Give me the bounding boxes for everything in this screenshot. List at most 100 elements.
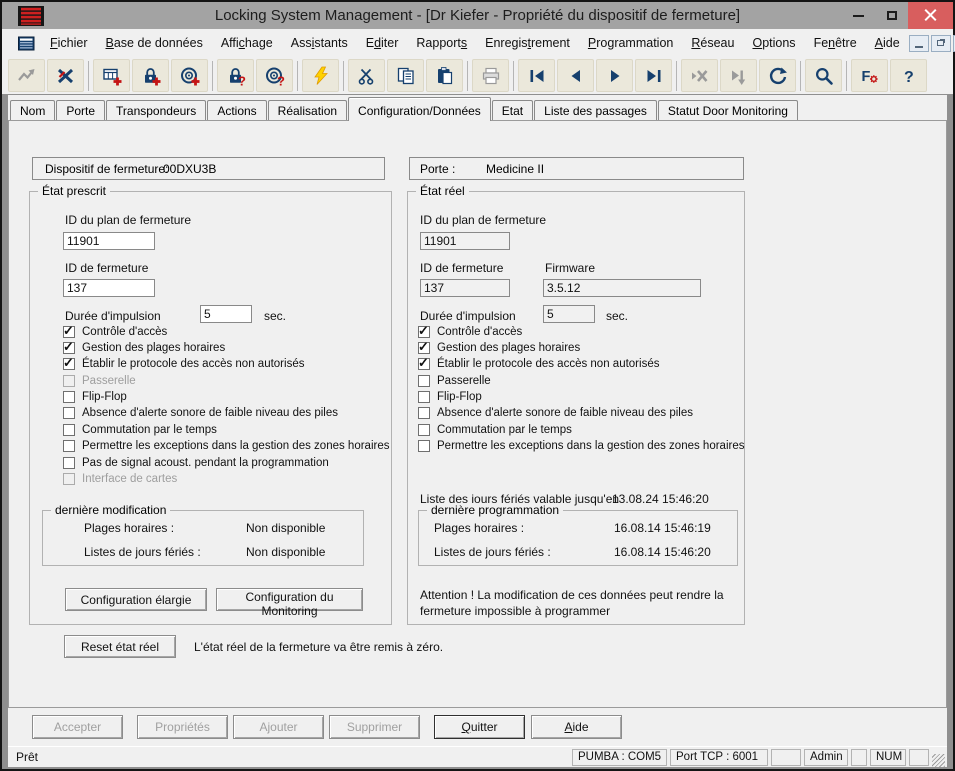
menu-base-de-donnees[interactable]: Base de données [97, 32, 212, 54]
target-checkbox-etablir-le-protocole-des-acces-non-autorises[interactable] [63, 358, 75, 370]
target-checkbox-controle-d-acces[interactable] [63, 326, 75, 338]
menu-programmation[interactable]: Programmation [579, 32, 682, 54]
tab-actions[interactable]: Actions [207, 100, 266, 121]
mdi-restore-icon [937, 40, 944, 46]
door-label: Porte : [420, 162, 455, 176]
target-checkbox-interface-de-cartes [63, 473, 75, 485]
actual-row-absence-d-alerte-sonore-de-faible-niveau-des-piles: Absence d'alerte sonore de faible niveau… [418, 407, 744, 420]
svg-text:?: ? [277, 73, 285, 86]
warning-text: Attention ! La modification de ces donné… [420, 588, 740, 619]
menu-fichier[interactable]: Fichier [41, 32, 97, 54]
tab-statut-door-monitoring[interactable]: Statut Door Monitoring [658, 100, 798, 121]
status-segment-empty-4 [851, 749, 867, 766]
menu-aide[interactable]: Aide [866, 32, 909, 54]
mdi-restore-button[interactable] [931, 35, 951, 52]
tab-porte[interactable]: Porte [56, 100, 105, 121]
previous-record-button[interactable] [557, 59, 594, 92]
toolbar-separator [846, 61, 847, 91]
target-checkbox-gestion-des-plages-horaires[interactable] [63, 342, 75, 354]
target-label-commutation-par-le-temps: Commutation par le temps [82, 424, 217, 436]
new-transponder-button[interactable] [171, 59, 208, 92]
actual-checkbox-flip-flop[interactable] [418, 391, 430, 403]
new-locking-plan-button[interactable] [93, 59, 130, 92]
target-checkbox-permettre-les-exceptions-dans-la-gestion-des-zones-horaires[interactable] [63, 440, 75, 452]
help-button[interactable]: ? [890, 59, 927, 92]
actual-pulse-input[interactable] [543, 305, 595, 323]
tab-liste-des-passages[interactable]: Liste des passages [534, 100, 657, 121]
copy-button[interactable] [387, 59, 424, 92]
target-checkbox-commutation-par-le-temps[interactable] [63, 424, 75, 436]
new-lock-button[interactable] [132, 59, 169, 92]
actual-checkbox-etablir-le-protocole-des-acces-non-autorises[interactable] [418, 358, 430, 370]
next-record-button[interactable] [596, 59, 633, 92]
document-icon[interactable] [18, 36, 35, 51]
filter-settings-button[interactable]: F [851, 59, 888, 92]
read-transponder-button[interactable]: ? [256, 59, 293, 92]
minimize-button[interactable] [842, 2, 875, 29]
extended-configuration-button[interactable]: Configuration élargie [65, 588, 207, 611]
target-state-legend: État prescrit [38, 184, 110, 198]
aide-button[interactable]: Aide [531, 715, 622, 739]
actual-lock-id-input[interactable] [420, 279, 510, 297]
toolbar-separator [88, 61, 89, 91]
actual-checkbox-permettre-les-exceptions-dans-la-gestion-des-zones-horaires[interactable] [418, 440, 430, 452]
window-title: Locking System Management - [Dr Kiefer -… [2, 7, 953, 24]
menu-options[interactable]: Options [743, 32, 804, 54]
resize-grip[interactable] [932, 754, 945, 767]
target-lock-id-input[interactable] [63, 279, 155, 297]
cancel-button [681, 59, 718, 92]
actual-checkbox-controle-d-acces[interactable] [418, 326, 430, 338]
toolbar-separator [212, 61, 213, 91]
maximize-button[interactable] [875, 2, 908, 29]
target-checkbox-pas-de-signal-acoust-pendant-la-programmation[interactable] [63, 457, 75, 469]
monitoring-configuration-button[interactable]: Configuration du Monitoring [216, 588, 363, 611]
proprietes-button: Propriétés [137, 715, 228, 739]
refresh-button[interactable] [759, 59, 796, 92]
tab-transpondeurs[interactable]: Transpondeurs [106, 100, 206, 121]
actual-checkbox-gestion-des-plages-horaires[interactable] [418, 342, 430, 354]
mod-time-zones-value: Non disponible [246, 521, 325, 535]
last-record-button[interactable] [635, 59, 672, 92]
target-row-controle-d-acces: Contrôle d'accès [63, 325, 389, 338]
close-button[interactable] [908, 2, 953, 29]
paste-button[interactable] [426, 59, 463, 92]
firmware-label: Firmware [545, 261, 595, 275]
reset-actual-state-button[interactable]: Reset état réel [64, 635, 176, 658]
menu-reseau[interactable]: Réseau [682, 32, 743, 54]
mdi-minimize-button[interactable] [909, 35, 929, 52]
tab-etat[interactable]: Etat [492, 100, 533, 121]
target-checkbox-absence-d-alerte-sonore-de-faible-niveau-des-piles[interactable] [63, 407, 75, 419]
target-pulse-input[interactable] [200, 305, 252, 323]
menu-editer[interactable]: Editer [357, 32, 408, 54]
tab-configuration-donnees[interactable]: Configuration/Données [348, 97, 491, 121]
menu-rapports[interactable]: Rapports [407, 32, 476, 54]
read-lock-button[interactable]: ? [217, 59, 254, 92]
target-plan-id-input[interactable] [63, 232, 155, 250]
actual-row-gestion-des-plages-horaires: Gestion des plages horaires [418, 341, 744, 354]
status-bar: Prêt PUMBA : COM5Port TCP : 6001AdminNUM [8, 746, 947, 767]
tab-nom[interactable]: Nom [10, 100, 55, 121]
quitter-button[interactable]: Quitter [434, 715, 525, 739]
tab-realisation[interactable]: Réalisation [268, 100, 347, 121]
jump-icon [17, 66, 37, 86]
menu-fenetre[interactable]: Fenêtre [805, 32, 866, 54]
actual-checkbox-commutation-par-le-temps[interactable] [418, 424, 430, 436]
menu-assistants[interactable]: Assistants [282, 32, 357, 54]
first-record-button[interactable] [518, 59, 555, 92]
program-flash-button[interactable] [302, 59, 339, 92]
actual-plan-id-input[interactable] [420, 232, 510, 250]
door-value: Medicine II [486, 162, 544, 176]
firmware-input[interactable] [543, 279, 701, 297]
app-window: Locking System Management - [Dr Kiefer -… [0, 0, 955, 771]
target-row-gestion-des-plages-horaires: Gestion des plages horaires [63, 341, 389, 354]
swap-button[interactable] [47, 59, 84, 92]
target-checkbox-flip-flop[interactable] [63, 391, 75, 403]
menu-enregistrement[interactable]: Enregistrement [476, 32, 579, 54]
actual-label-gestion-des-plages-horaires: Gestion des plages horaires [437, 342, 580, 354]
cut-button[interactable] [348, 59, 385, 92]
supprimer-button: Supprimer [329, 715, 420, 739]
actual-checkbox-absence-d-alerte-sonore-de-faible-niveau-des-piles[interactable] [418, 407, 430, 419]
menu-affichage[interactable]: Affichage [212, 32, 282, 54]
actual-checkbox-passerelle[interactable] [418, 375, 430, 387]
search-button[interactable] [805, 59, 842, 92]
